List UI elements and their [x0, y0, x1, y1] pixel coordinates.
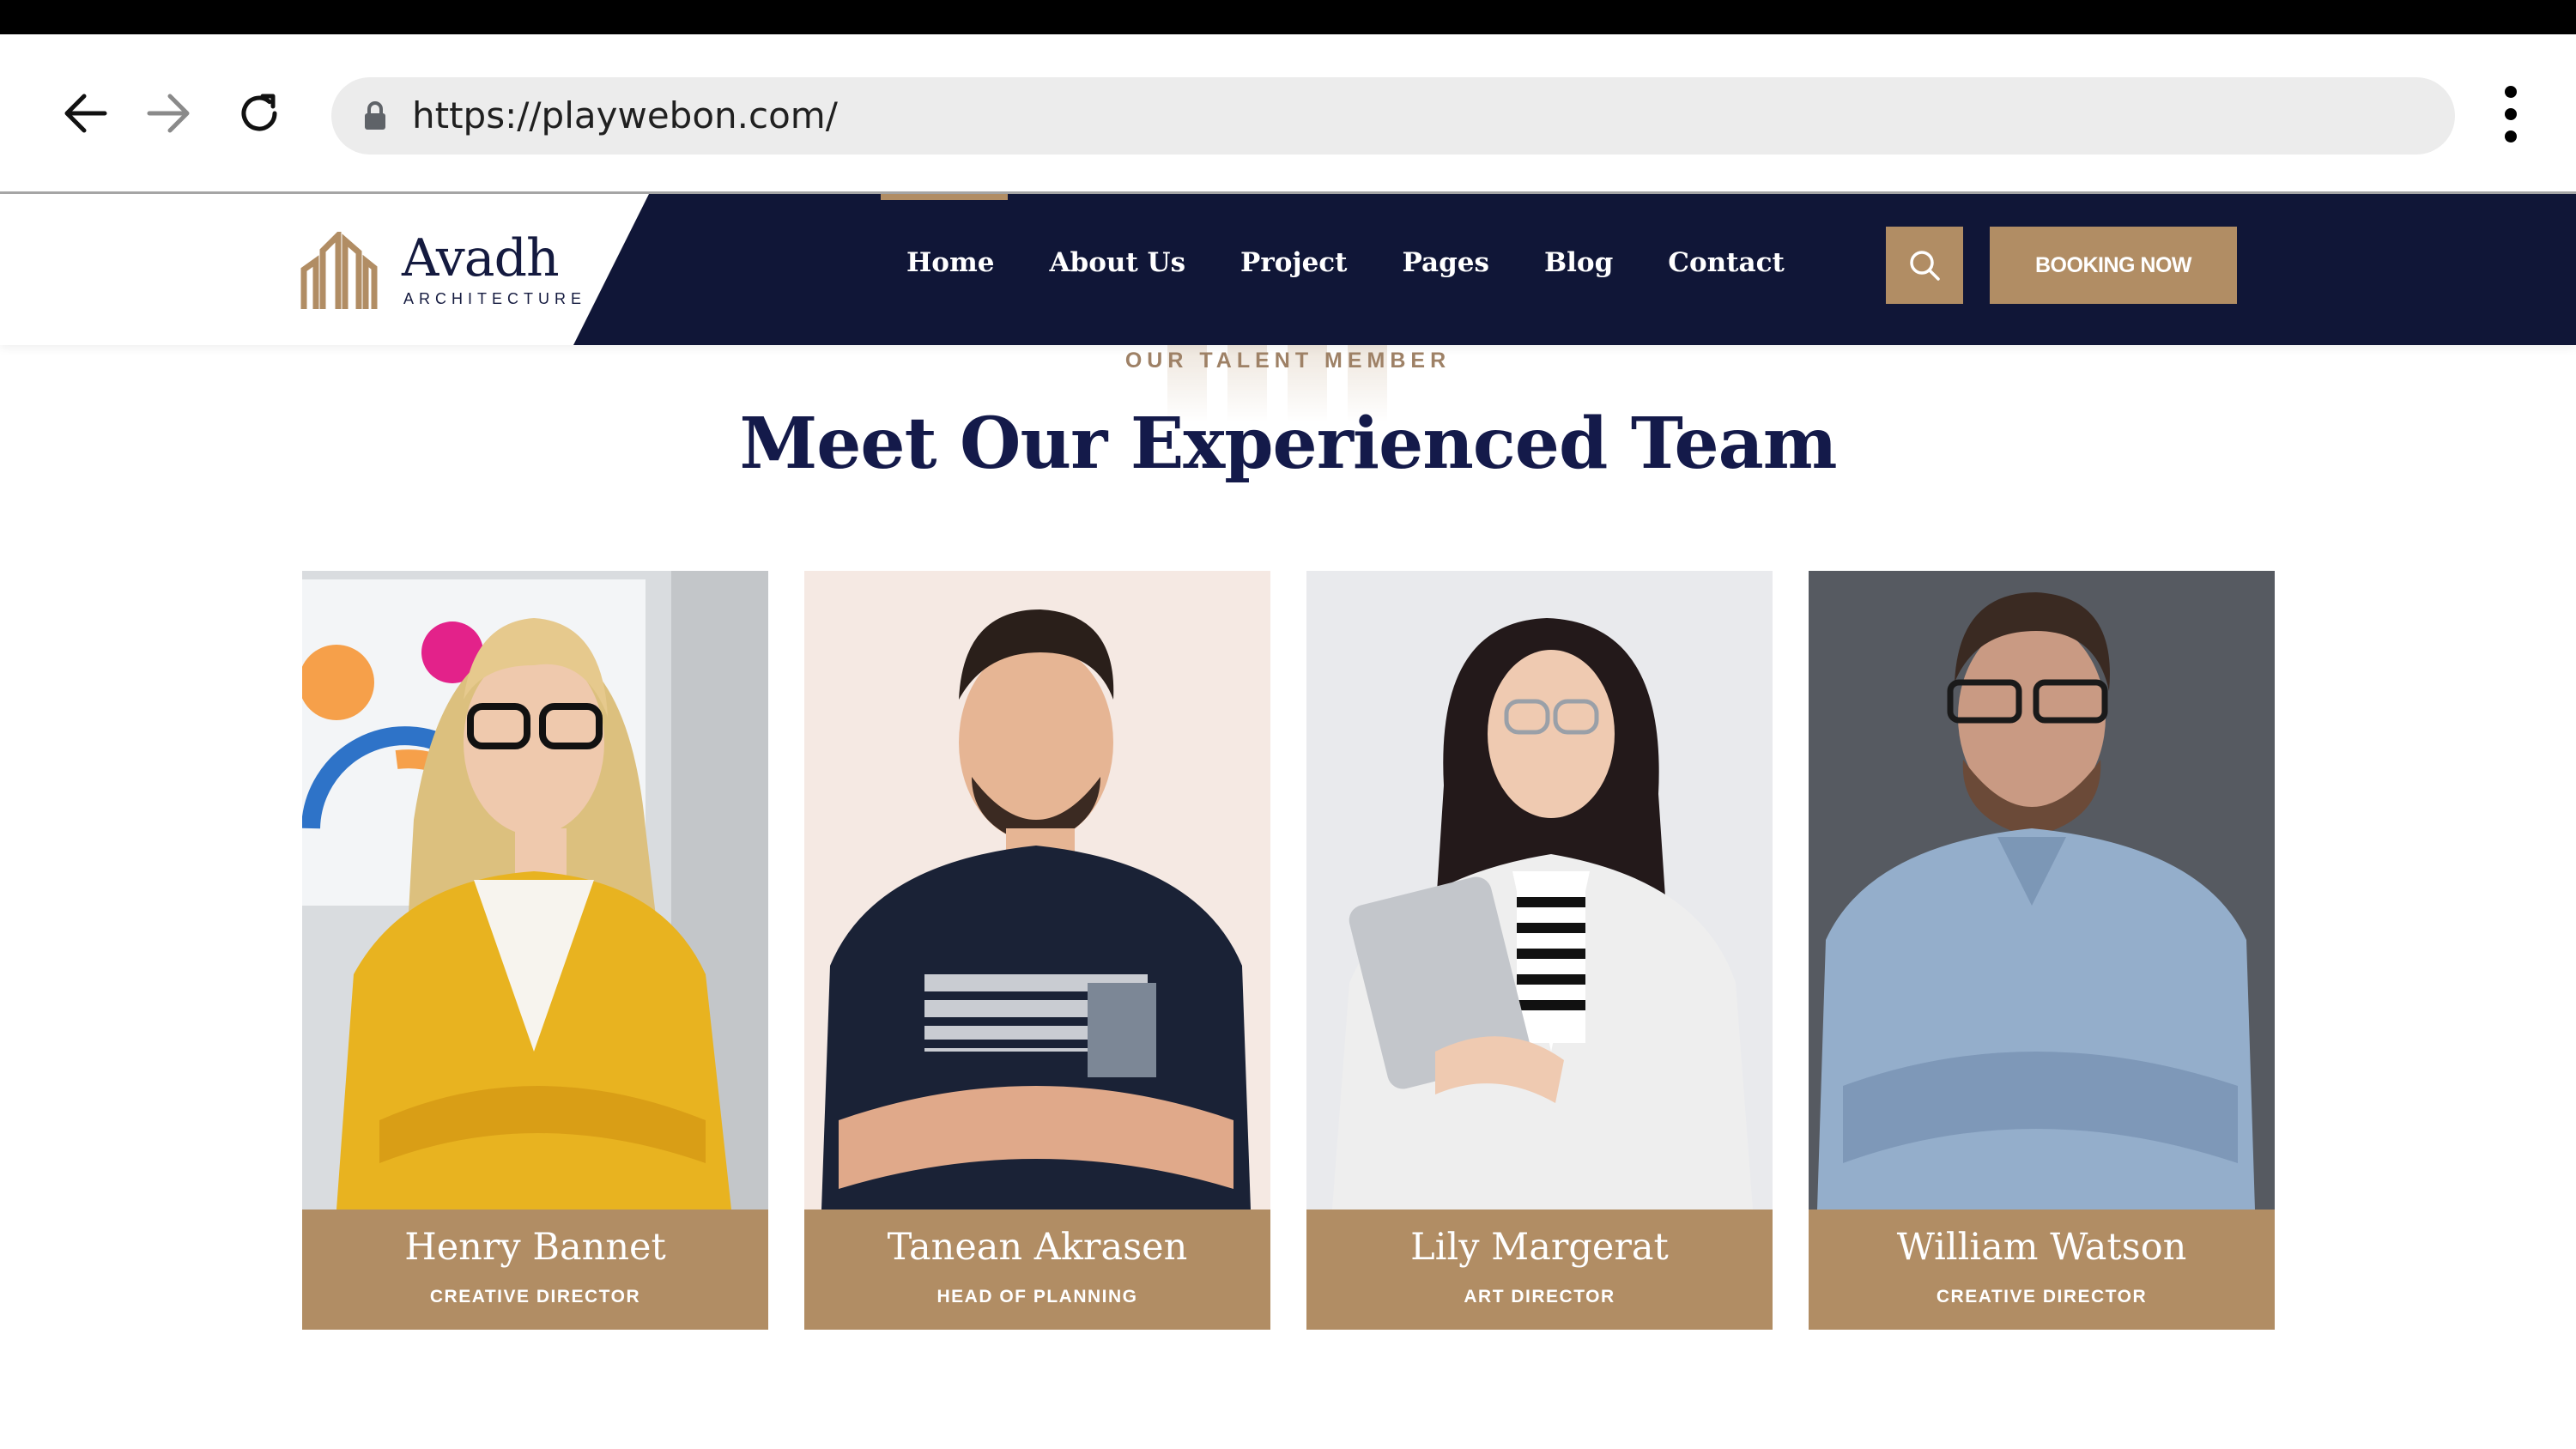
address-bar[interactable]: https://playwebon.com/: [331, 77, 2455, 155]
member-name: Henry Bannet: [404, 1226, 666, 1269]
site-header: Avadh ARCHITECTURE Home About Us Project…: [0, 194, 2576, 345]
search-icon: [1910, 251, 1940, 281]
section-title: Meet Our Experienced Team: [739, 403, 1837, 485]
main-menu: Home About Us Project Pages Blog Contact: [906, 246, 1840, 280]
site-logo[interactable]: Avadh ARCHITECTURE: [300, 227, 581, 311]
member-info: William Watson CREATIVE DIRECTOR: [1809, 1210, 2275, 1330]
member-photo: [804, 571, 1270, 1210]
menu-item-blog[interactable]: Blog: [1544, 246, 1613, 280]
team-card[interactable]: Lily Margerat ART DIRECTOR: [1306, 571, 1773, 1330]
member-role: CREATIVE DIRECTOR: [429, 1287, 641, 1307]
member-info: Tanean Akrasen HEAD OF PLANNING: [804, 1210, 1270, 1330]
team-card[interactable]: William Watson CREATIVE DIRECTOR: [1809, 571, 2275, 1330]
member-name: Lily Margerat: [1410, 1226, 1669, 1269]
system-status-bar: [0, 0, 2576, 34]
member-role: ART DIRECTOR: [1464, 1287, 1615, 1307]
menu-item-about-us[interactable]: About Us: [1050, 246, 1186, 280]
member-photo: [302, 571, 768, 1210]
booking-now-button[interactable]: BOOKING NOW: [1990, 227, 2237, 304]
member-role: CREATIVE DIRECTOR: [1936, 1287, 2148, 1307]
member-name: Tanean Akrasen: [887, 1226, 1188, 1269]
kebab-menu-icon[interactable]: [2493, 86, 2527, 155]
building-logo-icon: [300, 227, 378, 309]
lock-icon: [364, 101, 386, 135]
member-info: Lily Margerat ART DIRECTOR: [1306, 1210, 1773, 1330]
menu-item-pages[interactable]: Pages: [1403, 246, 1489, 280]
browser-toolbar: https://playwebon.com/: [0, 34, 2576, 194]
member-name: William Watson: [1896, 1226, 2187, 1269]
logo-tagline: ARCHITECTURE: [403, 290, 587, 307]
menu-item-project[interactable]: Project: [1240, 246, 1347, 280]
team-card[interactable]: Tanean Akrasen HEAD OF PLANNING: [804, 571, 1270, 1330]
url-text: https://playwebon.com/: [412, 94, 838, 136]
member-role: HEAD OF PLANNING: [936, 1287, 1138, 1307]
member-photo: [1809, 571, 2275, 1210]
member-info: Henry Bannet CREATIVE DIRECTOR: [302, 1210, 768, 1330]
menu-item-home[interactable]: Home: [906, 246, 995, 280]
reload-icon[interactable]: [228, 82, 290, 144]
logo-name: Avadh: [402, 228, 560, 288]
search-button[interactable]: [1886, 227, 1963, 304]
team-card[interactable]: Henry Bannet CREATIVE DIRECTOR: [302, 571, 768, 1330]
menu-active-indicator: [881, 194, 1008, 200]
back-arrow-icon[interactable]: [55, 82, 117, 144]
section-eyebrow: OUR TALENT MEMBER: [1124, 349, 1452, 373]
forward-arrow-icon[interactable]: [137, 82, 199, 144]
menu-item-contact[interactable]: Contact: [1668, 246, 1785, 280]
member-photo: [1306, 571, 1773, 1210]
